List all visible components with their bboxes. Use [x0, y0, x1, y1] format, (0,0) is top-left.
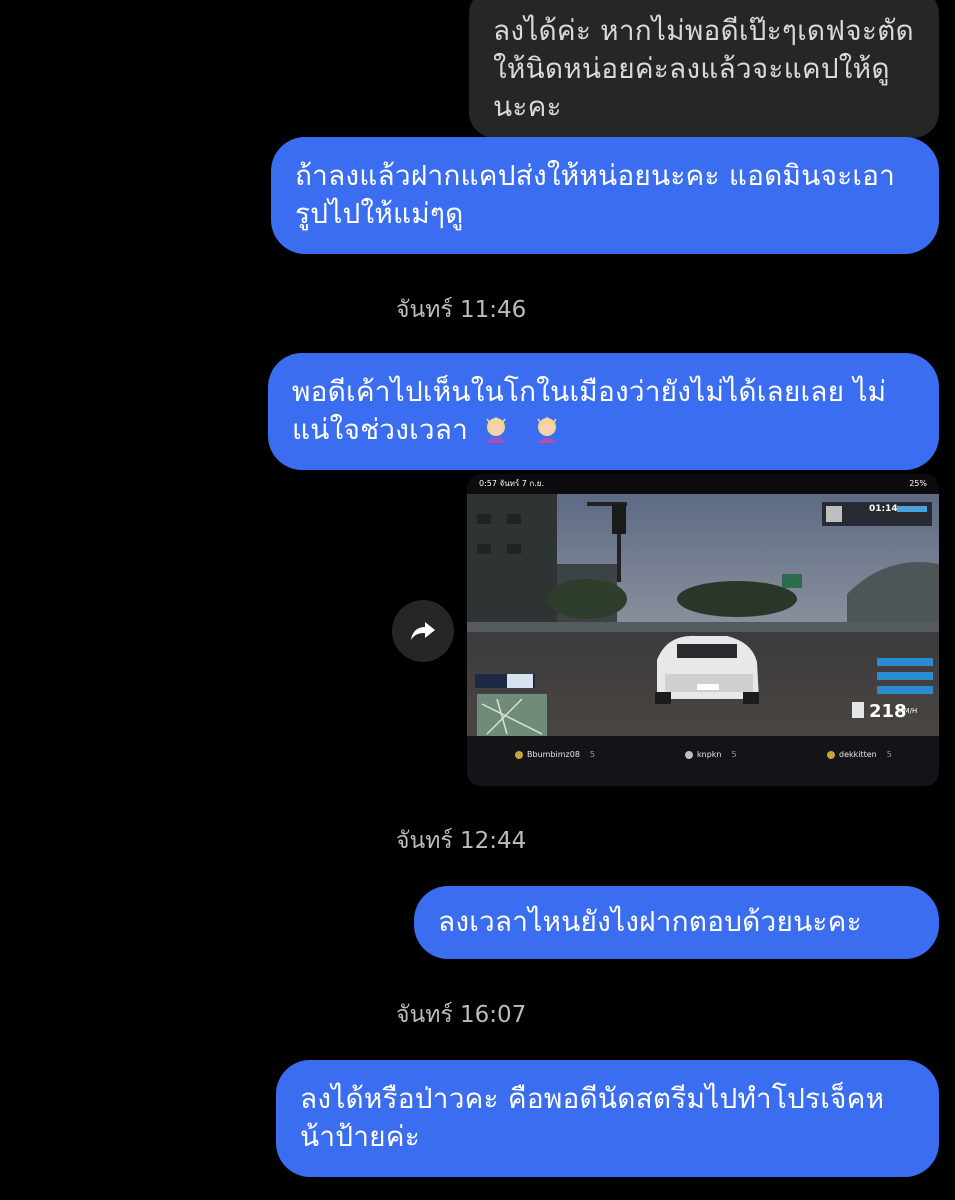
share-arrow-icon	[411, 622, 435, 640]
shared-image[interactable]: 0:57 จันทร์ 7 ก.ย. 25% 01:14 218 KM/H Bb…	[467, 474, 939, 786]
message-text: พอดีเค้าไปเห็นในโกในเมืองว่ายังไม่ได้เลย…	[292, 375, 887, 446]
message-text: ลงได้ค่ะ หากไม่พอดีเป๊ะๆเดฟจะตัดให้นิดหน…	[493, 14, 914, 123]
player-icon	[827, 750, 835, 759]
timestamp: จันทร์ 16:07	[396, 1002, 527, 1028]
outgoing-message[interactable]: พอดีเค้าไปเห็นในโกในเมืองว่ายังไม่ได้เลย…	[268, 353, 939, 470]
speed-unit: KM/H	[899, 707, 918, 715]
player-icon	[515, 750, 523, 759]
player-list: Bbumbimz08 5 knpkn 5 dekkitten 5	[467, 736, 939, 786]
player-name: knpkn	[697, 750, 722, 759]
player-count: 5	[886, 750, 892, 759]
share-button[interactable]	[392, 600, 454, 662]
incoming-message[interactable]: ลงได้ค่ะ หากไม่พอดีเป๊ะๆเดฟจะตัดให้นิดหน…	[469, 0, 939, 138]
message-text: ลงเวลาไหนยังไงฝากตอบด้วยนะคะ	[438, 905, 862, 938]
timestamp: จันทร์ 11:46	[396, 297, 527, 323]
player-icon	[685, 750, 693, 759]
timestamp: จันทร์ 12:44	[396, 828, 527, 854]
outgoing-message[interactable]: ลงได้หรือป่าวคะ คือพอดีนัดสตรีมไปทำโปรเจ…	[276, 1060, 939, 1177]
woman-bowing-emoji-icon	[532, 415, 562, 445]
image-status-bar: 0:57 จันทร์ 7 ก.ย. 25%	[467, 474, 939, 494]
status-time: 0:57 จันทร์ 7 ก.ย.	[479, 479, 545, 488]
player-count: 5	[589, 750, 595, 759]
player-entry: knpkn 5	[685, 750, 737, 759]
player-name: Bbumbimz08	[527, 750, 580, 759]
outgoing-message[interactable]: ถ้าลงแล้วฝากแคปส่งให้หน่อยนะคะ แอดมินจะเ…	[271, 137, 939, 254]
outgoing-message[interactable]: ลงเวลาไหนยังไงฝากตอบด้วยนะคะ	[414, 886, 939, 959]
player-count: 5	[731, 750, 737, 759]
message-text: ถ้าลงแล้วฝากแคปส่งให้หน่อยนะคะ แอดมินจะเ…	[295, 159, 896, 230]
player-name: dekkitten	[839, 750, 877, 759]
player-entry: dekkitten 5	[827, 750, 892, 759]
woman-bowing-emoji-icon	[481, 415, 511, 445]
hud-timer: 01:14	[869, 504, 898, 514]
status-battery: 25%	[909, 479, 927, 488]
player-entry: Bbumbimz08 5	[515, 750, 595, 759]
message-text: ลงได้หรือป่าวคะ คือพอดีนัดสตรีมไปทำโปรเจ…	[300, 1082, 885, 1153]
